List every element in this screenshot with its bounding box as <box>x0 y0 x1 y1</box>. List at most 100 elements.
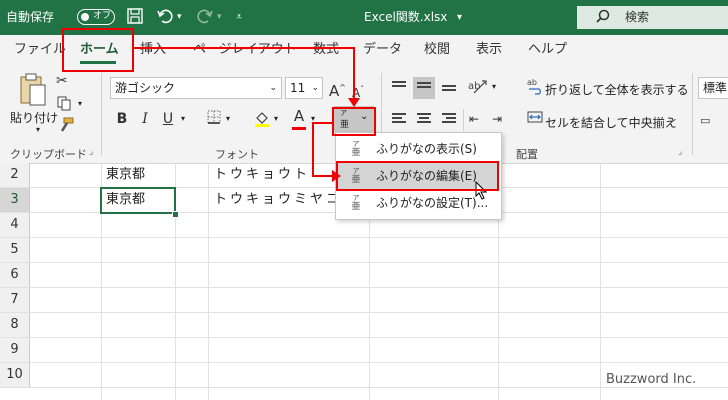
row-header[interactable]: 7 <box>0 288 30 312</box>
alignment-launcher-icon[interactable]: ⌟ <box>678 147 682 157</box>
row-header[interactable]: 3 <box>0 188 30 212</box>
format-painter-icon[interactable] <box>58 117 74 139</box>
font-group-label: フォント <box>215 148 259 161</box>
menu-item-show-furigana[interactable]: ア亜 ふりがなの表示(S) <box>338 136 499 162</box>
autosave-toggle[interactable]: オフ <box>77 9 115 25</box>
row-header[interactable]: 8 <box>0 313 30 337</box>
underline-dropdown-icon[interactable]: ▾ <box>181 114 185 123</box>
decrease-indent-icon[interactable]: ⇤ <box>469 109 479 129</box>
table-row: 9 <box>0 338 728 363</box>
menu-item-label: ふりがなの表示(S) <box>376 142 477 156</box>
borders-dropdown-icon[interactable]: ▾ <box>226 114 230 123</box>
align-center-icon[interactable] <box>417 113 431 125</box>
cell-b2[interactable]: 東京都 <box>106 163 145 187</box>
tab-help[interactable]: ヘルプ <box>528 35 567 65</box>
paste-label[interactable]: 貼り付け <box>10 109 58 126</box>
save-icon[interactable] <box>126 7 144 30</box>
file-name: Excel関数.xlsx <box>364 10 448 24</box>
group-separator <box>463 109 464 131</box>
customize-toolbar-icon[interactable]: ⩡ <box>236 7 242 27</box>
search-box[interactable]: 検索 <box>577 6 728 29</box>
align-left-icon[interactable] <box>392 113 406 125</box>
table-row: 8 <box>0 313 728 338</box>
arrow-line <box>312 122 314 177</box>
highlight-home-tab <box>62 28 134 72</box>
paste-dropdown-icon[interactable]: ▾ <box>36 125 40 134</box>
arrow-line <box>312 122 332 124</box>
highlight-furigana-button <box>332 107 376 136</box>
search-placeholder: 検索 <box>625 10 650 24</box>
group-separator <box>101 73 102 155</box>
currency-format-icon[interactable]: ▭ <box>700 111 710 131</box>
wrap-text-button[interactable]: 折り返して全体を表示する <box>545 81 689 98</box>
cut-icon[interactable]: ✂ <box>56 71 68 91</box>
table-row: 7 <box>0 288 728 313</box>
font-color-glyph: A <box>293 107 305 125</box>
column-gridline <box>600 163 601 400</box>
copy-icon[interactable] <box>56 95 72 117</box>
top-align-icon[interactable] <box>392 81 406 93</box>
clipboard-launcher-icon[interactable]: ⌟ <box>89 147 93 157</box>
paste-icon[interactable] <box>18 73 48 110</box>
number-format-select[interactable]: 標準 <box>698 77 728 99</box>
grow-font-icon[interactable]: A^ <box>329 78 346 101</box>
watermark: Buzzword Inc. <box>606 372 697 387</box>
cell-c2[interactable]: トウキョウト <box>214 163 310 187</box>
font-size-select[interactable]: 11 ⌄ <box>285 77 323 99</box>
tab-insert[interactable]: 挿入 <box>140 35 166 65</box>
tab-review[interactable]: 校閲 <box>424 35 450 65</box>
font-color-swatch <box>292 127 306 130</box>
fill-color-icon[interactable] <box>253 109 271 133</box>
tab-data[interactable]: データ <box>363 35 402 65</box>
cell-c3[interactable]: トウキョウミヤコ <box>214 188 342 212</box>
bottom-align-icon[interactable] <box>442 85 456 97</box>
merge-center-button[interactable]: セルを結合して中央揃え <box>545 114 677 131</box>
middle-align-icon <box>417 82 431 94</box>
redo-dropdown-icon[interactable]: ▾ <box>217 7 222 27</box>
borders-icon[interactable] <box>206 109 222 131</box>
row-header[interactable]: 9 <box>0 338 30 362</box>
clipboard-group-label: クリップボード <box>10 148 87 161</box>
orientation-dropdown-icon[interactable]: ▾ <box>492 82 496 91</box>
font-color-button[interactable]: A <box>292 106 306 126</box>
table-row: 5 <box>0 238 728 263</box>
file-name-caret-icon[interactable]: ▾ <box>457 0 462 35</box>
bold-button[interactable]: B <box>114 109 130 129</box>
autosave-state: オフ <box>93 11 112 21</box>
merge-dropdown-icon[interactable]: ⌄ <box>670 114 678 124</box>
svg-text:ab: ab <box>527 78 537 87</box>
arrow-line <box>312 175 334 177</box>
redo-icon[interactable] <box>196 7 214 30</box>
row-header[interactable]: 10 <box>0 363 30 387</box>
chevron-down-icon: ⌄ <box>311 83 319 93</box>
font-name-select[interactable]: 游ゴシック ⌄ <box>110 77 282 99</box>
svg-text:ab: ab <box>468 81 480 92</box>
undo-dropdown-icon[interactable]: ▾ <box>177 7 182 27</box>
fill-color-dropdown-icon[interactable]: ▾ <box>274 114 278 123</box>
increase-indent-icon[interactable]: ⇥ <box>492 109 502 129</box>
tab-page-layout[interactable]: ページレイアウト <box>193 35 297 65</box>
row-header[interactable]: 5 <box>0 238 30 262</box>
arrow-line <box>353 47 355 99</box>
row-header[interactable]: 6 <box>0 263 30 287</box>
number-format-value: 標準 <box>703 81 728 95</box>
tab-view[interactable]: 表示 <box>476 35 502 65</box>
search-icon <box>595 9 611 28</box>
alignment-group-label: 配置 <box>516 148 538 161</box>
tab-formulas[interactable]: 数式 <box>313 35 339 65</box>
wrap-text-icon[interactable]: ab <box>527 77 543 101</box>
italic-button[interactable]: I <box>137 109 153 129</box>
row-header[interactable]: 2 <box>0 163 30 187</box>
copy-dropdown-icon[interactable]: ▾ <box>78 99 82 108</box>
orientation-icon[interactable]: ab <box>468 77 488 102</box>
font-name-value: 游ゴシック <box>115 81 176 95</box>
align-right-icon[interactable] <box>442 113 456 125</box>
fill-handle[interactable] <box>172 211 179 218</box>
undo-icon[interactable] <box>156 7 174 30</box>
merge-center-icon[interactable] <box>527 109 543 131</box>
group-separator <box>692 73 693 155</box>
underline-button[interactable]: U <box>160 109 176 129</box>
font-size-value: 11 <box>290 81 306 95</box>
tab-file[interactable]: ファイル <box>14 35 66 65</box>
row-header[interactable]: 4 <box>0 213 30 237</box>
